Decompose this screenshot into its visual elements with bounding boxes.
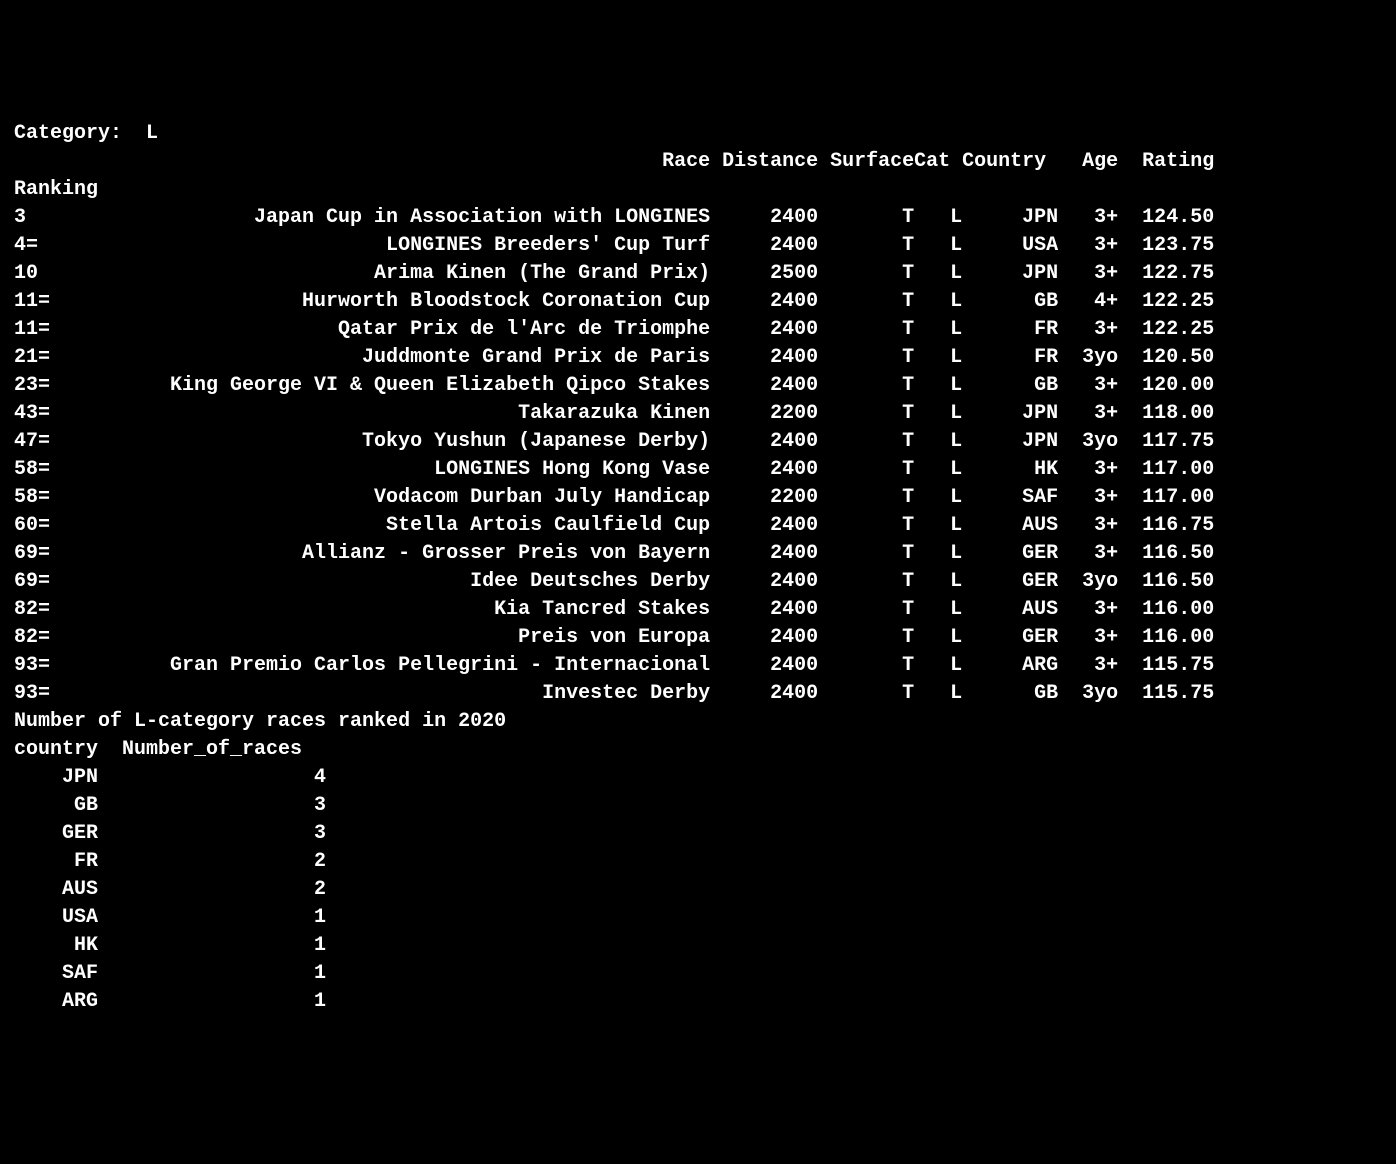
table-row: 21= Juddmonte Grand Prix de Paris 2400 T… — [14, 344, 1382, 372]
table-row: 11= Qatar Prix de l'Arc de Triomphe 2400… — [14, 316, 1382, 344]
summary-row: USA 1 — [14, 904, 1382, 932]
table-row: 4= LONGINES Breeders' Cup Turf 2400 T L … — [14, 232, 1382, 260]
table-row: 82= Preis von Europa 2400 T L GER 3+ 116… — [14, 624, 1382, 652]
summary-title: Number of L-category races ranked in 202… — [14, 708, 1382, 736]
table-row: 10 Arima Kinen (The Grand Prix) 2500 T L… — [14, 260, 1382, 288]
table-row: 58= LONGINES Hong Kong Vase 2400 T L HK … — [14, 456, 1382, 484]
summary-header: country Number_of_races — [14, 736, 1382, 764]
summary-row: ARG 1 — [14, 988, 1382, 1016]
table-header-ranking: Ranking — [14, 176, 1382, 204]
terminal-output: Category: L Race Distance SurfaceCat Cou… — [14, 120, 1382, 1016]
table-header-columns: Race Distance SurfaceCat Country Age Rat… — [14, 148, 1382, 176]
table-row: 69= Allianz - Grosser Preis von Bayern 2… — [14, 540, 1382, 568]
table-row: 69= Idee Deutsches Derby 2400 T L GER 3y… — [14, 568, 1382, 596]
summary-row: GB 3 — [14, 792, 1382, 820]
table-row: 23= King George VI & Queen Elizabeth Qip… — [14, 372, 1382, 400]
summary-row: HK 1 — [14, 932, 1382, 960]
table-row: 43= Takarazuka Kinen 2200 T L JPN 3+ 118… — [14, 400, 1382, 428]
table-row: 93= Gran Premio Carlos Pellegrini - Inte… — [14, 652, 1382, 680]
summary-row: JPN 4 — [14, 764, 1382, 792]
summary-row: FR 2 — [14, 848, 1382, 876]
table-row: 60= Stella Artois Caulfield Cup 2400 T L… — [14, 512, 1382, 540]
summary-row: AUS 2 — [14, 876, 1382, 904]
table-row: 3 Japan Cup in Association with LONGINES… — [14, 204, 1382, 232]
table-row: 82= Kia Tancred Stakes 2400 T L AUS 3+ 1… — [14, 596, 1382, 624]
category-line: Category: L — [14, 120, 1382, 148]
summary-row: GER 3 — [14, 820, 1382, 848]
table-row: 47= Tokyo Yushun (Japanese Derby) 2400 T… — [14, 428, 1382, 456]
table-row: 58= Vodacom Durban July Handicap 2200 T … — [14, 484, 1382, 512]
summary-row: SAF 1 — [14, 960, 1382, 988]
table-row: 11= Hurworth Bloodstock Coronation Cup 2… — [14, 288, 1382, 316]
table-row: 93= Investec Derby 2400 T L GB 3yo 115.7… — [14, 680, 1382, 708]
